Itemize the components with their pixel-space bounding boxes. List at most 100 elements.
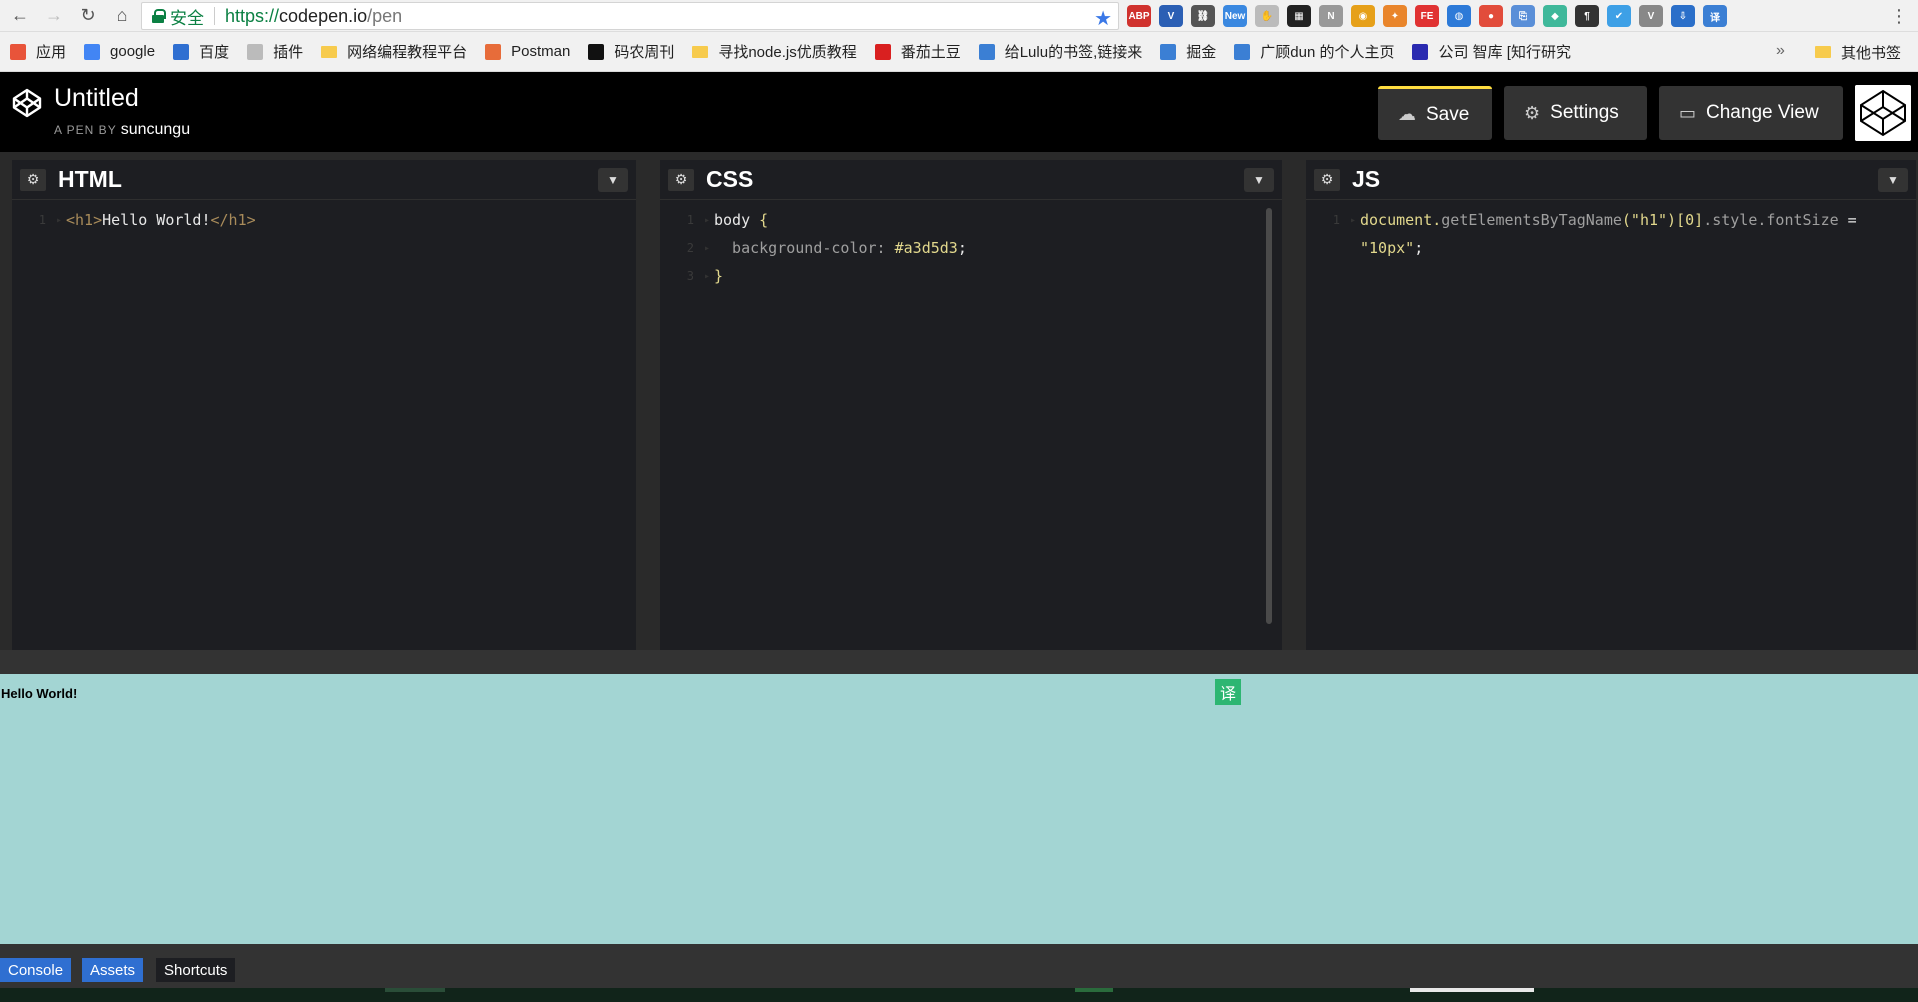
html-settings-icon[interactable]: ⚙: [20, 168, 46, 191]
bookmark-guanggudun[interactable]: 广顾dun 的个人主页: [1234, 41, 1394, 62]
js-editor[interactable]: ⚙ JS ▼ 1 ▸ document. getElementsByTagName ("…: [1306, 160, 1916, 650]
assets-button[interactable]: Assets: [82, 958, 144, 982]
line-number: 1: [38, 213, 46, 227]
status-strip: [0, 988, 1918, 1002]
chrome-icon[interactable]: ◉: [1351, 5, 1375, 27]
bookmark-favicon-icon: [874, 43, 891, 60]
html-code[interactable]: 1 ▸ <h1> Hello World! </h1>: [12, 200, 636, 234]
codepen-logo-icon[interactable]: [12, 88, 42, 118]
bookmark-zhiku[interactable]: 公司 智库 [知行研究: [1412, 41, 1571, 62]
strip-mark: [1075, 988, 1113, 992]
css-settings-icon[interactable]: ⚙: [668, 168, 694, 191]
address-separator: [214, 7, 215, 25]
css-code[interactable]: 1 ▸ body {2 ▸ background-color: #a3d5d3; 3 ▸}: [660, 200, 1282, 290]
qr-icon[interactable]: ▦: [1287, 5, 1311, 27]
console-button[interactable]: Console: [0, 958, 72, 982]
star-icon[interactable]: ★: [1094, 6, 1112, 31]
html-editor-title: HTML: [58, 166, 122, 192]
bookmark-baidu[interactable]: 百度: [173, 41, 229, 62]
diamond-icon[interactable]: ◆: [1543, 5, 1567, 27]
new-icon[interactable]: New: [1223, 5, 1247, 27]
gear-icon: ⚙: [1524, 102, 1541, 123]
fold-icon: ▸: [56, 214, 63, 226]
puzzle-icon[interactable]: ✦: [1383, 5, 1407, 27]
settings-button[interactable]: ⚙ Settings: [1504, 86, 1647, 140]
abp-icon[interactable]: ABP: [1127, 5, 1151, 27]
save-button[interactable]: ☁ Save: [1378, 86, 1492, 140]
bookmark-folder-1[interactable]: 网络编程教程平台: [321, 41, 467, 62]
line-number: 1: [1332, 213, 1340, 227]
translate-ext-icon[interactable]: 译: [1703, 5, 1727, 27]
bookmarks-more-icon[interactable]: »: [1776, 42, 1785, 60]
bookmark-label: 番茄土豆: [900, 44, 961, 61]
bookmark-plugins[interactable]: 插件: [247, 41, 303, 62]
url-scheme: https://: [225, 5, 280, 26]
hand-icon[interactable]: ✋: [1255, 5, 1279, 27]
vue-icon[interactable]: V: [1159, 5, 1183, 27]
pen-author[interactable]: suncungu: [121, 121, 190, 138]
chevron-down-icon[interactable]: ▼: [1878, 168, 1908, 192]
link-icon[interactable]: ⛓: [1191, 5, 1215, 27]
code-token: .style.fontSize: [1703, 211, 1839, 229]
address-bar[interactable]: 安全 https://codepen.io/pen ★: [141, 2, 1119, 30]
home-icon[interactable]: ⌂: [108, 2, 136, 30]
code-token: <h1>: [66, 211, 103, 229]
clip-icon[interactable]: ⎘: [1511, 5, 1535, 27]
bookmark-folder-2[interactable]: 寻找node.js优质教程: [692, 41, 857, 62]
bookmarks-bar: 应用 google 百度 插件 网络编程教程平台 Postman 码农周刊 寻找node.js…: [0, 32, 1918, 72]
css-editor[interactable]: ⚙ CSS ▼ 1 ▸ body {2 ▸ background-color: #a3…: [660, 160, 1282, 650]
change-view-button[interactable]: ▭ Change View: [1659, 86, 1843, 140]
bookmark-juejin[interactable]: 掘金: [1160, 41, 1216, 62]
js-editor-header: ⚙ JS ▼: [1306, 160, 1916, 200]
check-icon[interactable]: ✔: [1607, 5, 1631, 27]
chevron-down-icon[interactable]: ▼: [598, 168, 628, 192]
chevron-down-icon[interactable]: ▼: [1244, 168, 1274, 192]
bookmark-favicon-icon: [588, 43, 605, 60]
bookmark-lulu[interactable]: 给Lulu的书签,链接来: [978, 41, 1142, 62]
bookmark-tomato[interactable]: 番茄土豆: [874, 41, 961, 62]
js-code[interactable]: 1 ▸ document. getElementsByTagName ("h1") [0]…: [1306, 200, 1916, 262]
bookmark-label: 网络编程教程平台: [347, 44, 468, 61]
bookmark-postman[interactable]: Postman: [485, 43, 570, 60]
css-scrollbar[interactable]: [1266, 208, 1272, 624]
code-token: getElementsByTagName: [1441, 211, 1622, 229]
pen-byline: A PEN BY suncungu: [54, 121, 190, 139]
forward-icon[interactable]: →: [40, 2, 68, 30]
preview-pane[interactable]: Hello World! 译: [0, 674, 1918, 944]
pen-by-label: A PEN BY: [54, 123, 117, 137]
down-icon[interactable]: ⇩: [1671, 5, 1695, 27]
js-settings-icon[interactable]: ⚙: [1314, 168, 1340, 191]
pilcrow-icon[interactable]: ¶: [1575, 5, 1599, 27]
bookmark-favicon-icon: [1234, 43, 1251, 60]
pin-icon[interactable]: ●: [1479, 5, 1503, 27]
bookmark-apps[interactable]: 应用: [10, 41, 66, 62]
change-view-label: Change View: [1706, 102, 1819, 123]
code-line: 1 ▸ body {: [660, 206, 1282, 234]
bookmark-favicon-icon: [1412, 43, 1429, 60]
code-token: {: [759, 211, 769, 229]
globe-icon[interactable]: ◍: [1447, 5, 1471, 27]
html-editor[interactable]: ⚙ HTML ▼ 1 ▸ <h1> Hello World! </h1>: [12, 160, 636, 650]
bookmark-favicon-icon: [84, 43, 101, 60]
js-editor-title: JS: [1352, 166, 1381, 192]
browser-menu-icon[interactable]: ⋮: [1890, 6, 1908, 27]
bookmark-other[interactable]: 其他书签: [1815, 32, 1901, 72]
v-icon[interactable]: V: [1639, 5, 1663, 27]
code-token: document.: [1360, 211, 1442, 229]
n-icon[interactable]: N: [1319, 5, 1343, 27]
code-token: =: [1838, 211, 1857, 229]
resize-handle[interactable]: [0, 650, 1918, 674]
translate-icon[interactable]: 译: [1215, 679, 1241, 705]
bookmark-mano[interactable]: 码农周刊: [588, 41, 674, 62]
fold-icon: ▸: [704, 270, 711, 282]
code-token: background-color:: [714, 239, 895, 257]
bookmark-google[interactable]: google: [84, 43, 155, 60]
back-icon[interactable]: ←: [6, 2, 34, 30]
cloud-icon: ☁: [1398, 104, 1416, 124]
line-number: 1: [686, 213, 694, 227]
avatar[interactable]: [1855, 85, 1911, 141]
fe-icon[interactable]: FE: [1415, 5, 1439, 27]
reload-icon[interactable]: ↻: [74, 2, 102, 30]
pen-title[interactable]: Untitled: [54, 84, 139, 113]
shortcuts-button[interactable]: Shortcuts: [156, 958, 236, 982]
